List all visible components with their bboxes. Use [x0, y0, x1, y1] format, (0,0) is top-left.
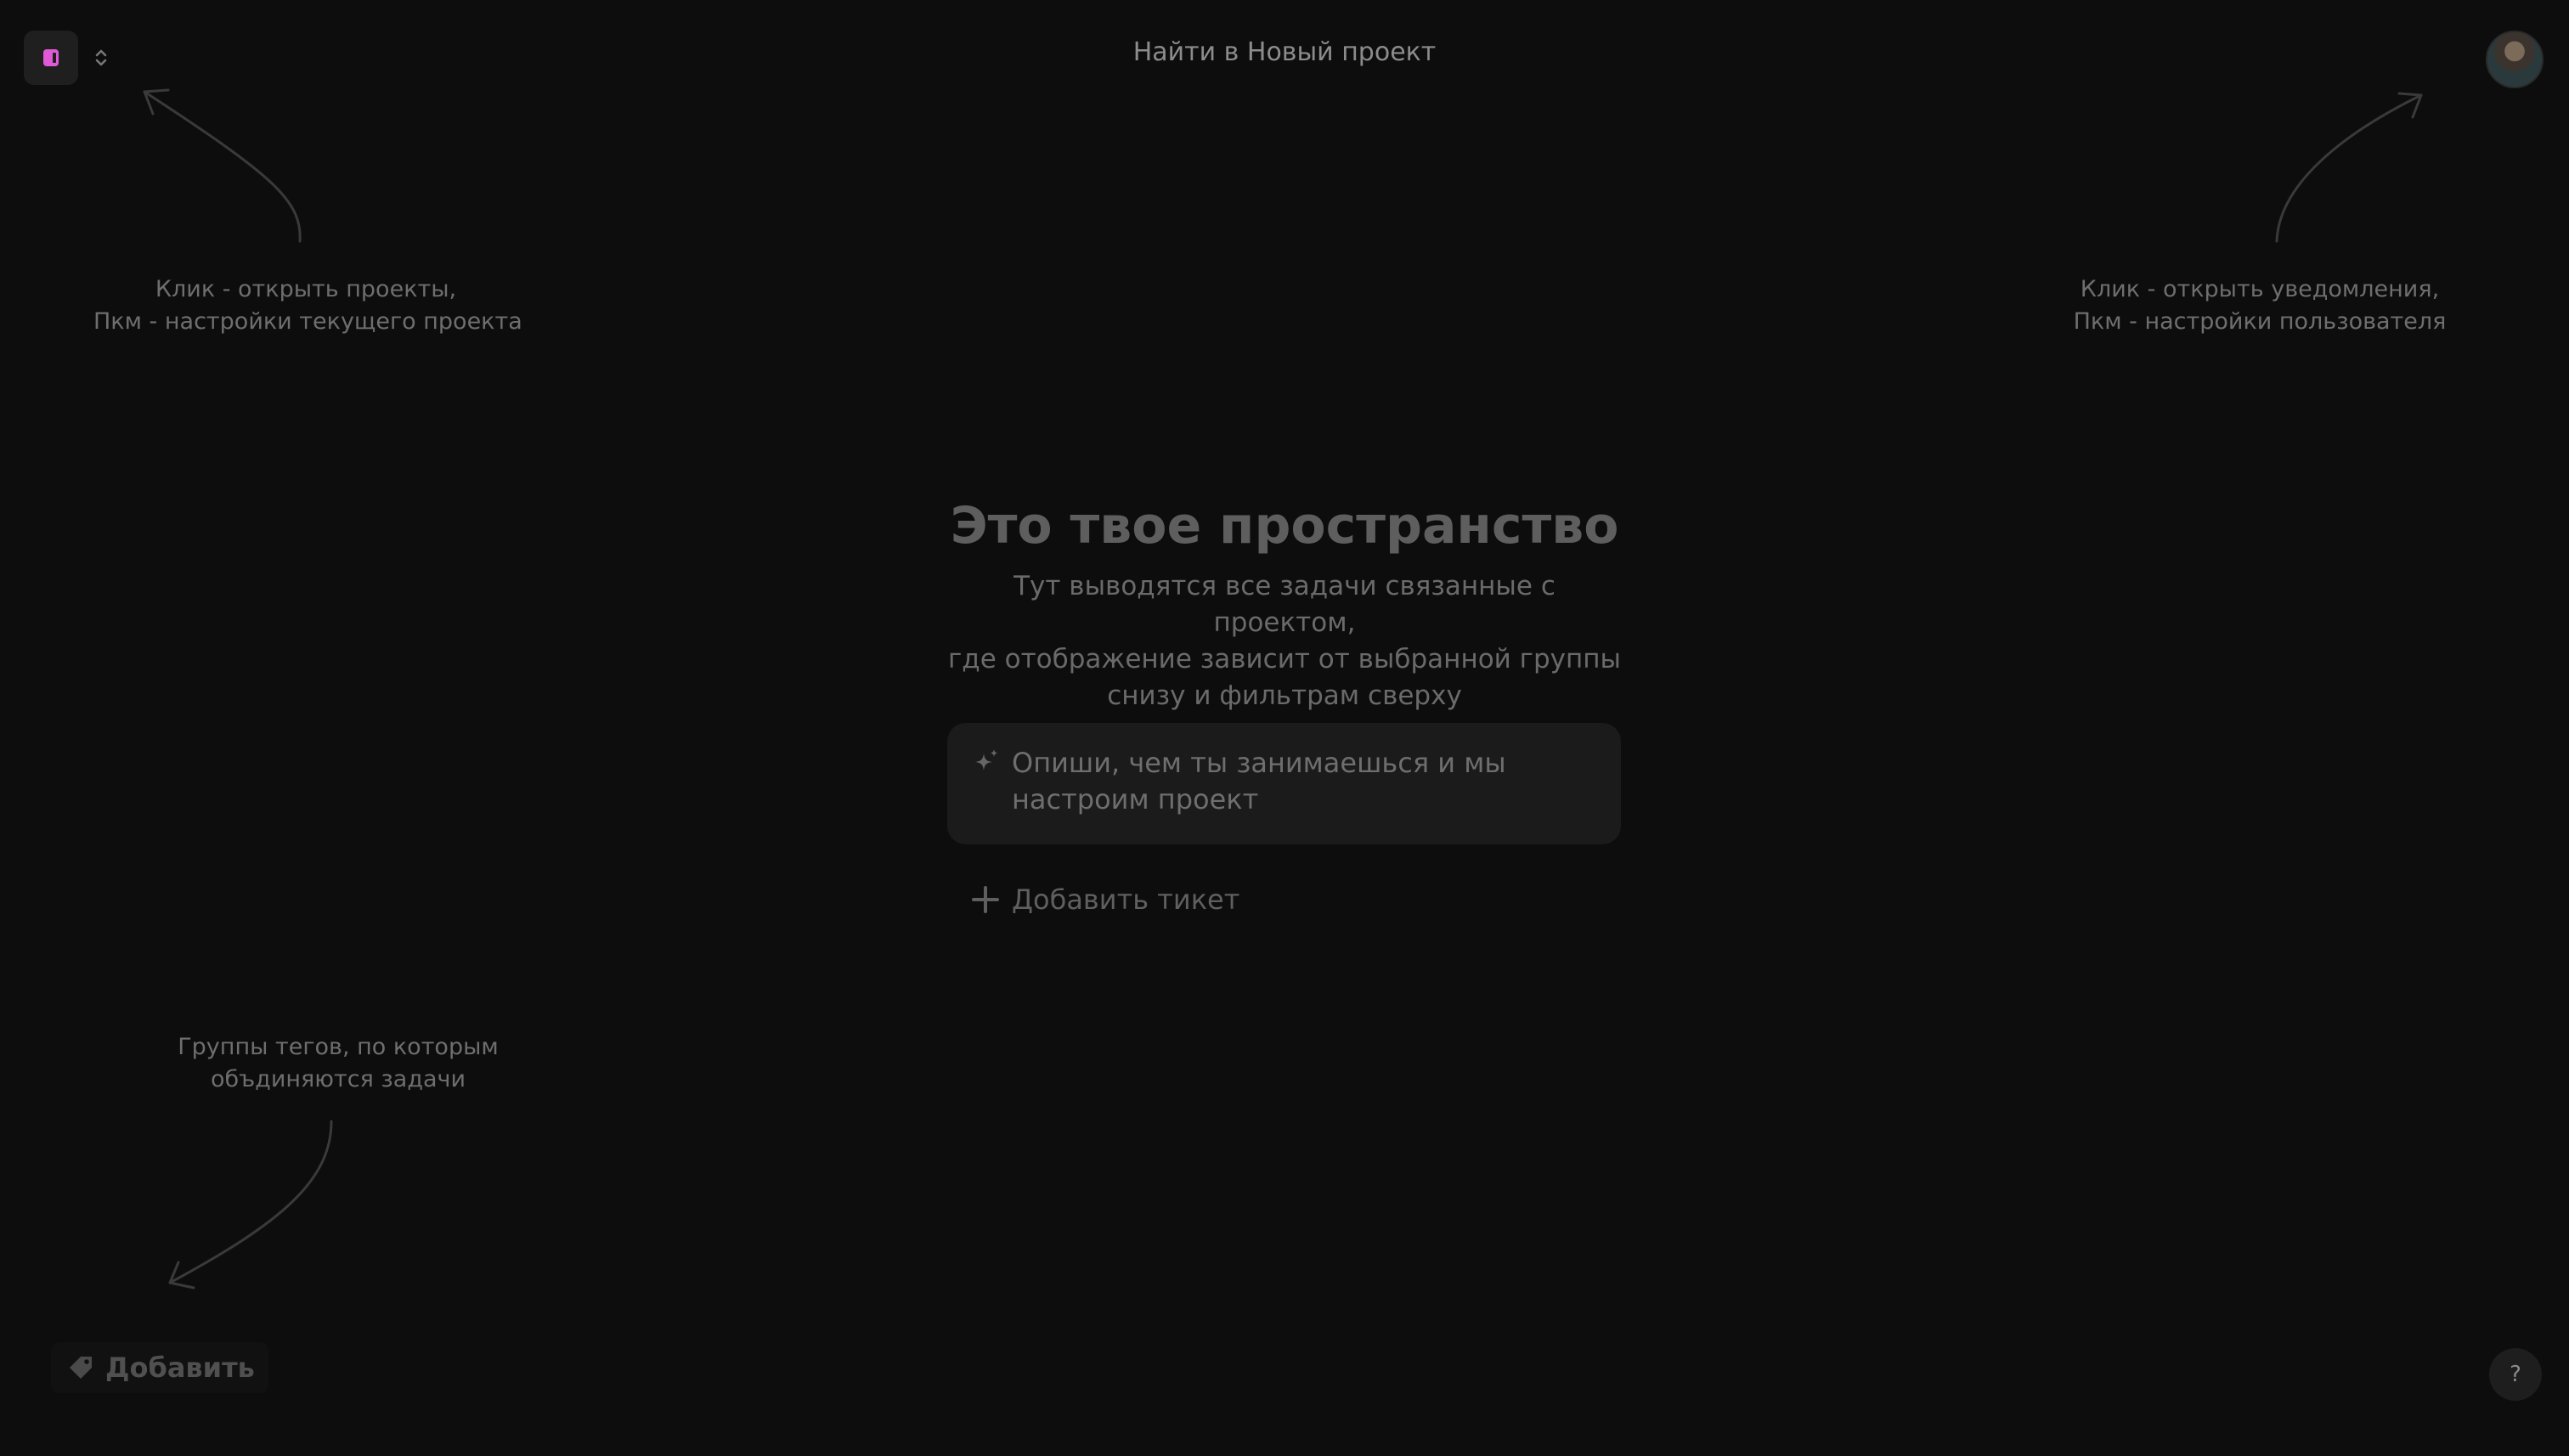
plus-icon	[972, 886, 999, 913]
project-switcher[interactable]	[24, 31, 109, 85]
hint-groups-line1: Группы тегов, по которым	[178, 1034, 499, 1060]
hint-projects-line1: Клик - открыть проекты,	[155, 276, 457, 302]
user-avatar[interactable]	[2486, 31, 2544, 88]
hint-user-line2: Пкм - настройки пользователя	[2073, 308, 2447, 335]
hint-arrow-user	[2275, 92, 2423, 243]
add-tag-group-button[interactable]: Добавить	[51, 1342, 268, 1393]
search-title[interactable]: Найти в Новый проект	[1133, 37, 1437, 67]
empty-state-description-line3: снизу и фильтрам сверху	[1107, 680, 1462, 711]
ai-prompt-input[interactable]: Опиши, чем ты занимаешься и мы настроим …	[947, 723, 1621, 844]
hint-projects: Клик - открыть проекты, Пкм - настройки …	[93, 274, 522, 338]
sparkle-icon	[975, 749, 998, 770]
hint-arrow-groups	[168, 1120, 333, 1290]
hint-groups: Группы тегов, по которым объдиняются зад…	[168, 1031, 508, 1096]
search-title-bar: Найти в Новый проект	[0, 37, 2569, 67]
help-button[interactable]: ?	[2489, 1348, 2542, 1401]
chevron-up-down-icon[interactable]	[93, 45, 109, 71]
hint-arrow-projects	[143, 88, 302, 243]
empty-state-description-line2: где отображение зависит от выбранной гру…	[947, 644, 1621, 674]
tag-icon	[70, 1357, 92, 1379]
ai-prompt-placeholder-line1: Опиши, чем ты занимаешься и мы	[1012, 747, 1506, 779]
ai-prompt-placeholder: Опиши, чем ты занимаешься и мы настроим …	[1012, 745, 1506, 818]
hint-projects-line2: Пкм - настройки текущего проекта	[93, 308, 522, 335]
empty-state-title: Это твое пространство	[950, 496, 1619, 556]
add-tag-group-label: Добавить	[105, 1352, 255, 1384]
project-logo-icon[interactable]	[24, 31, 78, 85]
empty-state-description: Тут выводятся все задачи связанные с про…	[945, 568, 1624, 714]
empty-state-description-line1: Тут выводятся все задачи связанные с про…	[1013, 571, 1556, 638]
ai-prompt-placeholder-line2: настроим проект	[1012, 783, 1259, 815]
hint-user: Клик - открыть уведомления, Пкм - настро…	[2047, 274, 2472, 338]
workspace-screen: Найти в Новый проект Клик - открыть прое…	[0, 0, 2569, 1456]
add-ticket-button[interactable]: Добавить тикет	[971, 883, 1239, 916]
hint-user-line1: Клик - открыть уведомления,	[2080, 276, 2440, 302]
add-ticket-label: Добавить тикет	[1012, 883, 1240, 916]
hint-groups-line2: объдиняются задачи	[210, 1066, 466, 1092]
empty-state: Это твое пространство Тут выводятся все …	[945, 488, 1624, 714]
